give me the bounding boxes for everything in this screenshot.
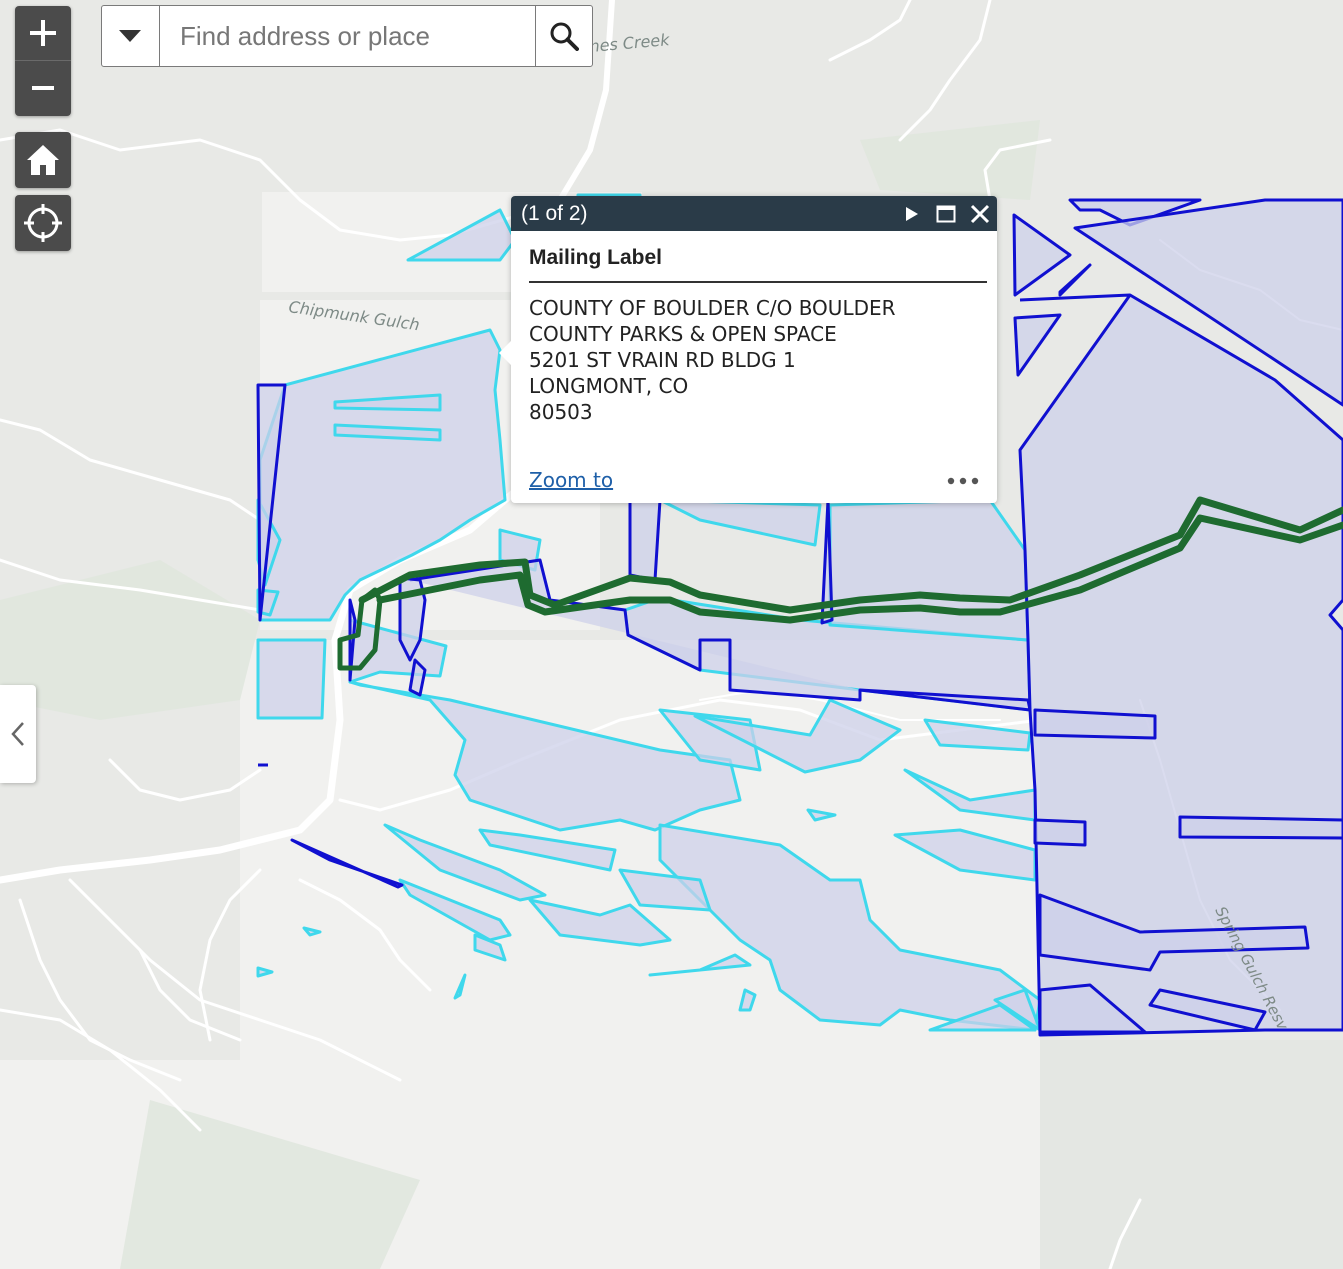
popup-line: 80503 [529, 400, 593, 424]
maximize-icon [936, 205, 956, 222]
feature-popup: (1 of 2) Mailing Label COUNTY OF BOULDER… [499, 196, 997, 503]
home-button[interactable] [15, 132, 71, 188]
close-icon [970, 204, 990, 223]
popup-maximize-button[interactable] [929, 196, 963, 231]
minus-icon [32, 86, 54, 90]
popup-content: COUNTY OF BOULDER C/O BOULDER COUNTY PAR… [529, 295, 987, 425]
play-icon [906, 206, 918, 221]
popup-pointer [499, 339, 513, 367]
plus-icon [30, 20, 56, 46]
popup-line: COUNTY OF BOULDER C/O BOULDER [529, 296, 896, 320]
search-button[interactable] [534, 6, 592, 66]
popup-line: COUNTY PARKS & OPEN SPACE [529, 322, 837, 346]
popup-title: Mailing Label [529, 246, 987, 283]
chevron-left-icon [11, 722, 24, 746]
popup-actions: Zoom to [529, 468, 979, 492]
popup-counter: (1 of 2) [521, 201, 588, 225]
zoom-to-link[interactable]: Zoom to [529, 468, 613, 492]
chevron-down-icon [119, 30, 142, 42]
popup-line: LONGMONT, CO [529, 374, 689, 398]
locate-button[interactable] [15, 195, 71, 251]
popup-next-button[interactable] [895, 196, 929, 231]
more-actions-button[interactable] [947, 471, 979, 490]
popup-line: 5201 ST VRAIN RD BLDG 1 [529, 348, 796, 372]
more-icon [947, 477, 979, 484]
search-icon [550, 22, 579, 51]
search-input[interactable] [159, 6, 535, 66]
popup-header: (1 of 2) [511, 196, 997, 231]
locate-icon [24, 204, 62, 242]
home-icon [27, 145, 59, 175]
zoom-control [15, 6, 71, 116]
popup-close-button[interactable] [963, 196, 997, 231]
search-widget [101, 5, 593, 67]
map-canvas[interactable]: nes Creek Chipmunk Gulch Spring Gulch Re… [0, 0, 1343, 1269]
search-source-dropdown[interactable] [102, 6, 160, 66]
side-panel-toggle[interactable] [0, 685, 36, 783]
zoom-out-button[interactable] [15, 61, 71, 115]
zoom-in-button[interactable] [15, 6, 71, 61]
